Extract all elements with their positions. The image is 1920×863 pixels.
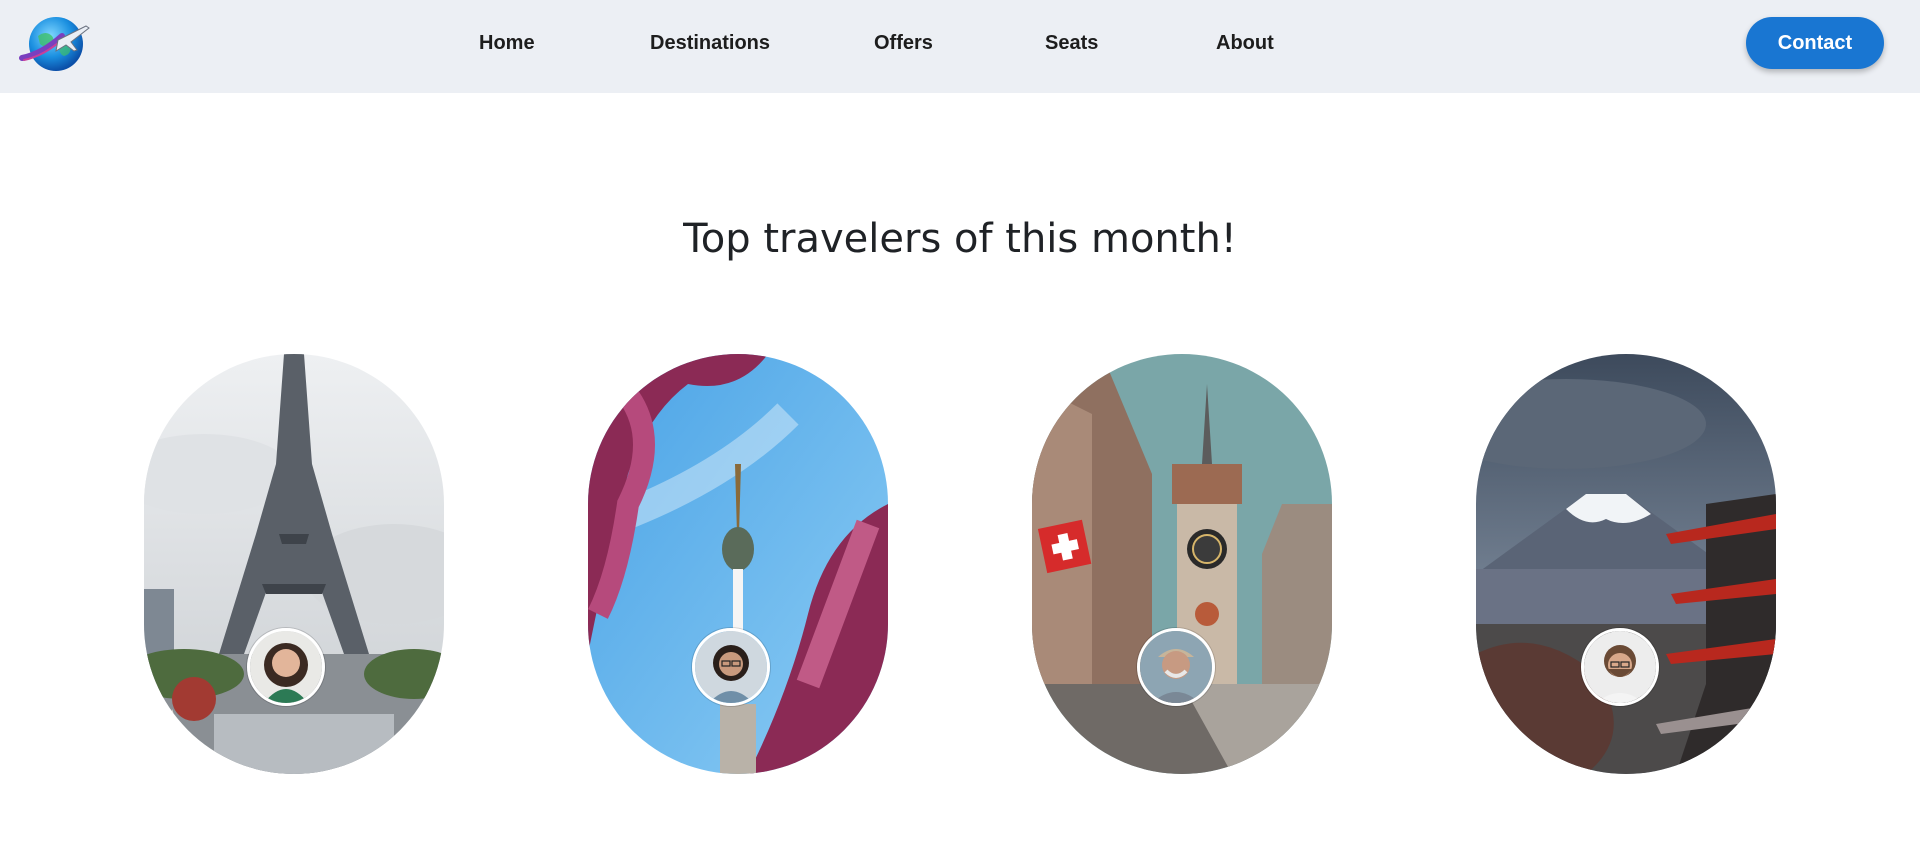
bearded-man-glasses-avatar[interactable] [1581,628,1659,706]
older-man-cap-avatar[interactable] [1137,628,1215,706]
nav-home-link[interactable]: Home [479,30,535,56]
main-nav: Home Destinations Offers Seats About [0,0,1920,93]
mount-fuji-pagoda-photo [1476,354,1776,774]
smiling-woman-avatar[interactable] [247,628,325,706]
nav-offers-link[interactable]: Offers [874,30,933,56]
woman-glasses-avatar[interactable] [692,628,770,706]
nav-destinations-link[interactable]: Destinations [650,30,770,56]
nav-seats-link[interactable]: Seats [1045,30,1098,56]
traveler-card-bern[interactable] [1032,354,1332,774]
bern-clock-tower-photo [1032,354,1332,774]
contact-button[interactable]: Contact [1746,17,1884,69]
page-title: Top travelers of this month! [683,216,1237,262]
eiffel-tower-photo [144,354,444,774]
traveler-card-paris[interactable] [144,354,444,774]
top-navbar: Home Destinations Offers Seats About Con… [0,0,1920,93]
traveler-card-fuji[interactable] [1476,354,1776,774]
nav-about-link[interactable]: About [1216,30,1274,56]
seoul-tower-photo [588,354,888,774]
traveler-card-seoul[interactable] [588,354,888,774]
